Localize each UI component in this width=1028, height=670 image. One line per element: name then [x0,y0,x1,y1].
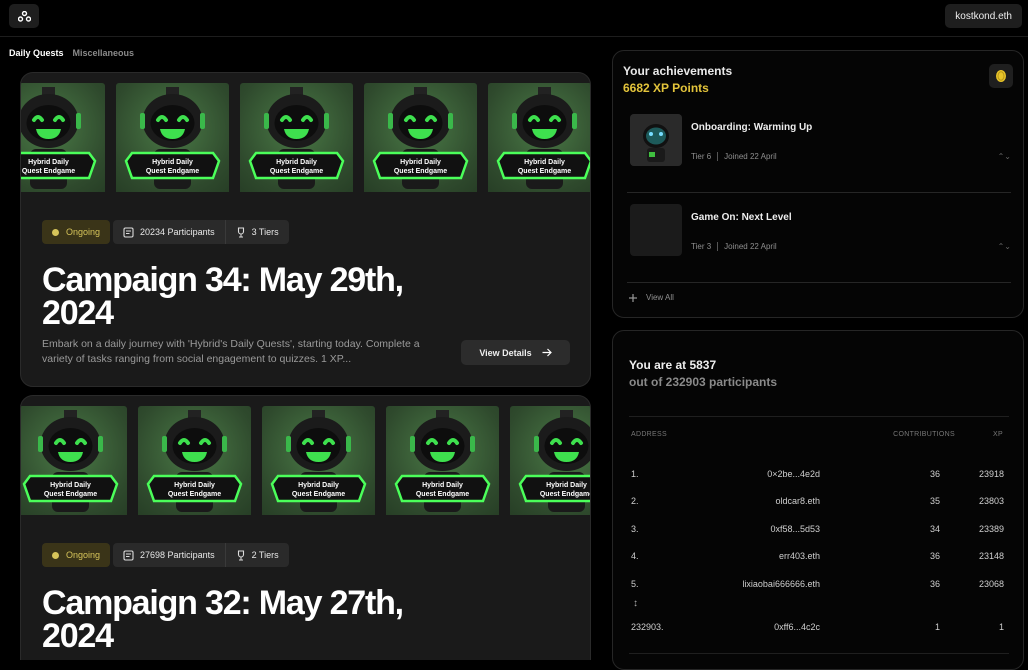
trophy-icon [237,549,244,560]
leaderboard-row: 2. oldcar8.eth 35 23803 [631,496,1004,506]
achievement-item[interactable]: Game On: Next Level Tier 3 Joined 22 Apr… [627,193,1011,283]
tab-daily-quests[interactable]: Daily Quests [9,48,64,58]
svg-text:Quest Endgame: Quest Endgame [168,491,221,498]
divider [717,242,719,251]
campaign-thumbnail: Hybrid Daily Quest Endgame [116,83,229,192]
view-details-button[interactable]: View Details [461,340,570,365]
status-badge: Ongoing [42,220,111,244]
svg-text:Hybrid Daily: Hybrid Daily [546,482,587,489]
divider [629,653,1009,654]
participants-icon [123,226,134,238]
hybrid-logo-icon[interactable] [9,4,39,28]
achievement-name: Game On: Next Level [691,212,792,223]
column-xp: XP [993,431,1003,438]
campaign-thumbnail: Hybrid Daily Quest Endgame [21,83,105,192]
svg-text:Quest Endgame: Quest Endgame [394,168,447,175]
svg-text:Quest Endgame: Quest Endgame [518,168,571,175]
campaign-badges: Ongoing 20234 Participants 3 Tiers [42,220,289,244]
tiers-badge: 2 Tiers [225,543,289,567]
user-rank: You are at 5837 [629,358,717,372]
leaderboard-header: ADDRESS CONTRIBUTIONS XP [629,416,1009,452]
view-all-link[interactable]: View All [629,293,674,302]
svg-text:Quest Endgame: Quest Endgame [44,491,97,498]
svg-text:Hybrid Daily: Hybrid Daily [50,482,91,489]
participants-badge: 20234 Participants [113,220,226,244]
campaign-thumbnail: Hybrid Daily Quest Endgame [510,406,591,515]
svg-text:Hybrid Daily: Hybrid Daily [28,159,69,166]
svg-text:Hybrid Daily: Hybrid Daily [174,482,215,489]
campaign-thumbnail: Hybrid Daily Quest Endgame [262,406,375,515]
svg-text:Hybrid Daily: Hybrid Daily [422,482,463,489]
achievement-meta: Tier 6 Joined 22 April [691,152,777,161]
user-account-button[interactable]: kostkond.eth [945,4,1022,28]
campaign-thumbnail: Hybrid Daily Quest Endgame [488,83,590,192]
campaign-image-strip: Hybrid Daily Quest Endgame Hybrid Daily Qu… [21,73,590,192]
achievement-image [630,204,682,256]
svg-text:Quest Endgame: Quest Endgame [22,168,75,175]
campaign-badges: Ongoing 27698 Participants 2 Tiers [42,543,289,567]
top-bar: kostkond.eth [0,0,1028,37]
achievement-item[interactable]: Onboarding: Warming Up Tier 6 Joined 22 … [627,103,1011,193]
quest-tabs: Daily Quests Miscellaneous [9,48,134,58]
arrow-right-icon [542,348,552,357]
campaign-card[interactable]: Hybrid Daily Quest Endgame Hybrid Daily Qu… [20,72,591,387]
xp-points: 6682 XP Points [623,81,709,95]
tiers-badge: 3 Tiers [225,220,289,244]
achievement-name: Onboarding: Warming Up [691,122,813,133]
svg-text:Hybrid Daily: Hybrid Daily [524,159,565,166]
campaign-thumbnail: Hybrid Daily Quest Endgame [386,406,499,515]
participants-badge: 27698 Participants [113,543,226,567]
svg-text:Quest Endgame: Quest Endgame [416,491,469,498]
leaderboard-user-row: 232903. 0xff6...4c2c 1 1 [631,622,1004,632]
participants-icon [123,549,134,561]
campaign-thumbnail: Hybrid Daily Quest Endgame [364,83,477,192]
achievement-joined: Joined 22 April [724,242,777,251]
leaderboard-row: 5. lixiaobai666666.eth 36 23068 [631,579,1004,589]
campaign-description: Embark on a daily journey with 'Hybrid's… [42,338,420,365]
campaign-image-strip: Hybrid Daily Quest Endgame Hybrid Daily Qu… [21,396,591,515]
campaign-thumbnail: Hybrid Daily Quest Endgame [21,406,127,515]
leaderboard-row: 3. 0xf58...5d53 34 23389 [631,524,1004,534]
status-dot-icon [52,551,59,559]
chevron-up-down-icon[interactable]: ⌃⌄ [998,242,1011,251]
svg-text:Hybrid Daily: Hybrid Daily [152,159,193,166]
expand-icon[interactable]: ↕ [633,598,638,609]
achievement-tier: Tier 6 [691,152,712,161]
tab-miscellaneous[interactable]: Miscellaneous [73,48,135,58]
coin-icon[interactable] [989,64,1013,88]
column-address: ADDRESS [631,431,667,438]
divider [717,152,719,161]
column-contributions: CONTRIBUTIONS [893,431,955,438]
svg-text:Quest Endgame: Quest Endgame [540,491,591,498]
svg-text:Hybrid Daily: Hybrid Daily [298,482,339,489]
leaderboard-row: 1. 0×2be...4e2d 36 23918 [631,469,1004,479]
svg-text:Hybrid Daily: Hybrid Daily [276,159,317,166]
svg-text:Quest Endgame: Quest Endgame [270,168,323,175]
svg-text:Quest Endgame: Quest Endgame [146,168,199,175]
campaign-card[interactable]: Hybrid Daily Quest Endgame Hybrid Daily Qu… [20,395,591,660]
achievement-tier: Tier 3 [691,242,712,251]
svg-text:Quest Endgame: Quest Endgame [292,491,345,498]
chevron-up-down-icon[interactable]: ⌃⌄ [998,152,1011,161]
achievement-robot-image [630,114,682,166]
campaign-thumbnail: Hybrid Daily Quest Endgame [240,83,353,192]
campaign-list: Hybrid Daily Quest Endgame Hybrid Daily Qu… [20,64,592,660]
achievement-meta: Tier 3 Joined 22 April [691,242,777,251]
achievement-joined: Joined 22 April [724,152,777,161]
achievements-panel: Your achievements 6682 XP Points Onboard… [612,50,1024,318]
achievements-title: Your achievements [623,64,733,78]
trophy-icon [237,226,244,237]
svg-text:Hybrid Daily: Hybrid Daily [400,159,441,166]
total-participants: out of 232903 participants [629,375,778,389]
status-dot-icon [52,228,59,236]
campaign-thumbnail: Hybrid Daily Quest Endgame [138,406,251,515]
leaderboard-panel: You are at 5837 out of 232903 participan… [612,330,1024,670]
campaign-title: Campaign 34: May 29th, 2024 [42,261,404,332]
campaign-title: Campaign 32: May 27th, 2024 [42,584,404,655]
plus-icon [629,293,637,302]
status-badge: Ongoing [42,543,111,567]
leaderboard-row: 4. err403.eth 36 23148 [631,551,1004,561]
